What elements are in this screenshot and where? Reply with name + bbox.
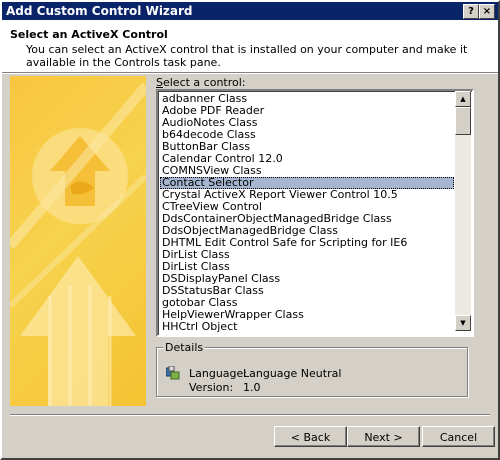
close-button[interactable]: × (479, 4, 495, 19)
header-divider (2, 73, 498, 74)
page-title: Select an ActiveX Control (10, 28, 168, 41)
window-title: Add Custom Control Wizard (6, 4, 193, 18)
control-list-label: Select a control: (156, 76, 246, 89)
wizard-window: Add Custom Control Wizard ? × Select an … (0, 0, 500, 460)
scroll-down-button[interactable]: ▼ (455, 315, 471, 331)
title-bar: Add Custom Control Wizard ? × (2, 2, 498, 20)
activex-control-icon (166, 366, 180, 380)
page-description: You can select an ActiveX control that i… (26, 43, 468, 69)
help-button[interactable]: ? (463, 4, 479, 19)
button-separator (10, 414, 490, 416)
next-button[interactable]: Next > (347, 426, 420, 447)
version-label: Version: (189, 381, 234, 394)
cancel-button[interactable]: Cancel (422, 426, 495, 447)
list-scrollbar[interactable]: ▲ ▼ (455, 91, 471, 331)
scroll-up-button[interactable]: ▲ (455, 91, 471, 107)
details-group: Details Language: Language Neutral Versi… (156, 341, 468, 397)
language-value: Language Neutral (243, 367, 342, 380)
scroll-thumb[interactable] (455, 107, 471, 135)
version-value: 1.0 (243, 381, 261, 394)
wizard-header: Select an ActiveX Control You can select… (2, 20, 498, 73)
control-listbox[interactable]: adbanner Class Adobe PDF Reader AudioNotes… (156, 89, 474, 337)
wizard-banner-image (10, 76, 146, 406)
control-list-items: adbanner Class Adobe PDF Reader AudioNotes… (160, 93, 454, 333)
list-item[interactable]: HHCtrl Object (160, 321, 454, 333)
back-button[interactable]: < Back (274, 426, 347, 447)
language-label: Language: (189, 367, 247, 380)
details-legend: Details (163, 341, 206, 354)
